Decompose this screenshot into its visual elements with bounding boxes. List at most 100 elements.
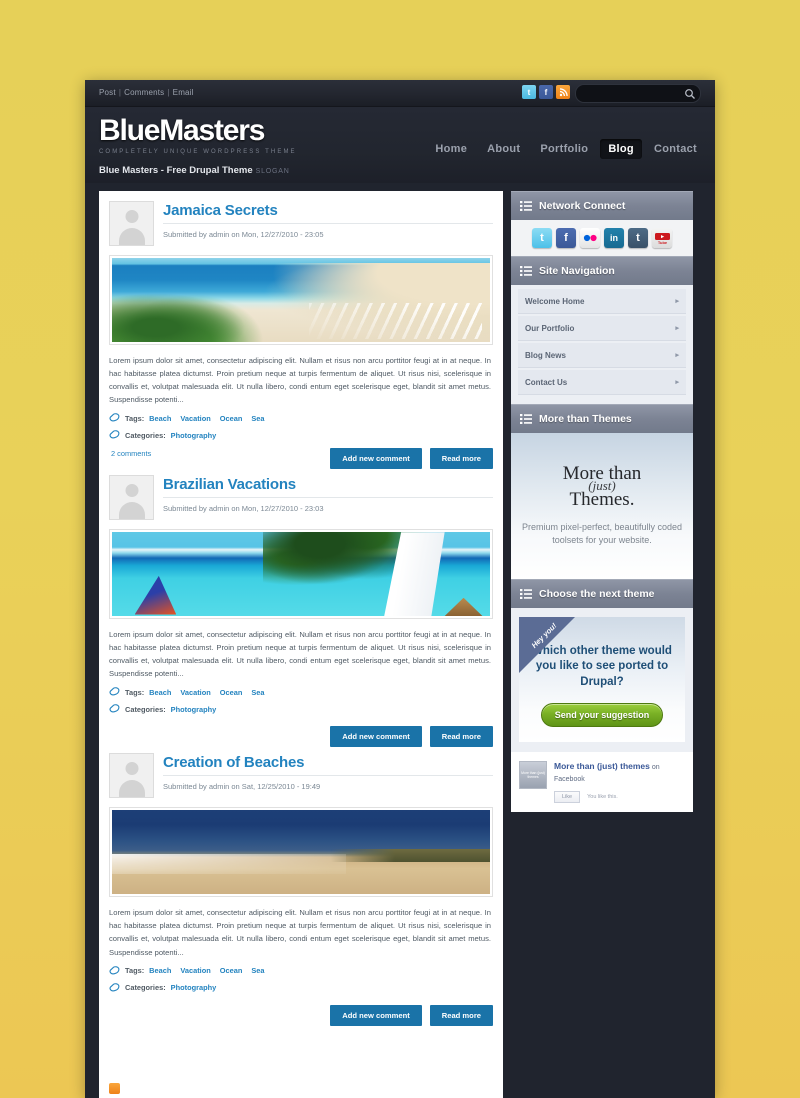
twitter-icon[interactable]: t	[522, 85, 536, 99]
nav-item-contact[interactable]: Contact	[646, 139, 705, 159]
tag-icon	[109, 687, 120, 697]
more-than-themes-promo[interactable]: More than (just) Themes. Premium pixel-p…	[511, 433, 693, 579]
post-submitted: Submitted by admin on Mon, 12/27/2010 - …	[163, 230, 324, 239]
facebook-page-title: More than (just) themes	[554, 761, 650, 771]
category-icon	[109, 982, 120, 993]
send-suggestion-button[interactable]: Send your suggestion	[540, 703, 664, 728]
site-name-slogan: Blue Masters - Free Drupal Theme SLOGAN	[99, 165, 290, 176]
search-button[interactable]	[684, 88, 696, 100]
category-link-photography[interactable]: Photography	[171, 431, 217, 440]
nav-item-home[interactable]: Home	[427, 139, 475, 159]
post-categories-row: Categories: Photography	[109, 430, 493, 440]
tags-label: Tags:	[125, 687, 145, 697]
post-title[interactable]: Jamaica Secrets	[163, 202, 493, 224]
post-image[interactable]	[109, 529, 493, 620]
read-more-button[interactable]: Read more	[429, 1004, 493, 1026]
post-categories-row: Categories: Photography	[109, 704, 493, 714]
site-header: BlueMasters COMPLETELY UNIQUE WORDPRESS …	[85, 107, 715, 183]
choose-theme-body: Hey you! Which other theme would you lik…	[511, 608, 693, 752]
tag-link-ocean[interactable]: Ocean	[220, 966, 243, 975]
widget-title: Site Navigation	[511, 256, 693, 285]
sidebar-item-contact-us[interactable]: Contact Us ▸	[518, 370, 686, 395]
add-new-comment-button[interactable]: Add new comment	[330, 448, 422, 470]
avatar	[109, 753, 154, 799]
sidebar-item-welcome-home[interactable]: Welcome Home ▸	[518, 289, 686, 314]
tag-link-ocean[interactable]: Ocean	[220, 688, 243, 697]
sidebar-item-blog-news[interactable]: Blog News ▸	[518, 343, 686, 368]
blog-post: Brazilian Vacations Submitted by admin o…	[109, 475, 493, 748]
twitter-icon[interactable]: t	[532, 228, 552, 248]
tag-link-sea[interactable]: Sea	[251, 414, 264, 423]
facebook-like-box: More than (just) themes More than (just)…	[511, 752, 693, 812]
tag-link-sea[interactable]: Sea	[251, 688, 264, 697]
widget-title: More than Themes	[511, 404, 693, 433]
tumblr-icon[interactable]: t	[628, 228, 648, 248]
post-actions: Add new comment Read more	[109, 1004, 493, 1026]
tag-link-vacation[interactable]: Vacation	[180, 414, 210, 423]
post-image[interactable]	[109, 255, 493, 345]
logo-part2: Masters	[159, 114, 265, 147]
post-header: Brazilian Vacations Submitted by admin o…	[109, 475, 493, 521]
categories-label: Categories:	[125, 983, 166, 993]
post-image[interactable]	[109, 807, 493, 898]
slogan-text: SLOGAN	[255, 168, 290, 175]
add-new-comment-button[interactable]: Add new comment	[330, 726, 422, 748]
tag-link-sea[interactable]: Sea	[251, 966, 264, 975]
facebook-icon[interactable]: f	[556, 228, 576, 248]
tag-link-vacation[interactable]: Vacation	[180, 688, 210, 697]
post-header: Creation of Beaches Submitted by admin o…	[109, 753, 493, 799]
facebook-page-thumbnail: More than (just) themes	[519, 761, 547, 789]
tag-link-beach[interactable]: Beach	[149, 414, 171, 423]
rss-feed-icon[interactable]	[109, 1083, 120, 1094]
tag-link-beach[interactable]: Beach	[149, 688, 171, 697]
mtt-tagline: Premium pixel-perfect, beautifully coded…	[521, 521, 683, 545]
post-title[interactable]: Creation of Beaches	[163, 754, 493, 777]
sidebar-item-label: Blog News	[525, 350, 566, 360]
avatar	[109, 475, 154, 521]
facebook-like-button[interactable]: Like	[554, 790, 581, 803]
search-input[interactable]	[576, 87, 676, 104]
category-icon	[109, 704, 120, 714]
nav-item-blog[interactable]: Blog	[600, 139, 642, 159]
nav-item-about[interactable]: About	[479, 139, 528, 159]
post-title[interactable]: Brazilian Vacations	[163, 476, 493, 499]
read-more-button[interactable]: Read more	[429, 726, 493, 748]
utility-sep-2: |	[167, 88, 170, 97]
list-icon	[520, 201, 532, 211]
category-icon	[109, 430, 120, 440]
social-icon-row: t f in t Tube	[511, 220, 693, 256]
widget-title-text: Site Navigation	[539, 265, 615, 277]
category-link-photography[interactable]: Photography	[171, 983, 217, 992]
add-new-comment-button[interactable]: Add new comment	[330, 1004, 422, 1026]
post-body: Lorem ipsum dolor sit amet, consectetur …	[109, 630, 491, 679]
tag-icon	[109, 413, 120, 423]
utility-link-email[interactable]: Email	[173, 88, 194, 97]
facebook-like-status: You like this.	[587, 793, 618, 800]
site-name: Blue Masters - Free Drupal Theme	[99, 165, 253, 176]
utility-link-comments[interactable]: Comments	[124, 88, 164, 97]
linkedin-icon[interactable]: in	[604, 228, 624, 248]
category-link-photography[interactable]: Photography	[171, 705, 217, 714]
flickr-icon[interactable]	[580, 228, 600, 248]
tag-link-vacation[interactable]: Vacation	[180, 966, 210, 975]
main-content: Jamaica Secrets Submitted by admin on Mo…	[99, 191, 503, 1098]
tag-icon	[109, 965, 120, 976]
facebook-icon[interactable]: f	[539, 85, 553, 99]
site-navigation-list: Welcome Home ▸ Our Portfolio ▸ Blog News ▸ …	[511, 285, 693, 404]
utility-link-post[interactable]: Post	[99, 88, 116, 97]
brand[interactable]: BlueMasters COMPLETELY UNIQUE WORDPRESS …	[99, 114, 297, 156]
post-header: Jamaica Secrets Submitted by admin on Mo…	[109, 201, 493, 246]
post-submitted: Submitted by admin on Sat, 12/25/2010 - …	[163, 782, 321, 792]
rss-icon[interactable]	[556, 85, 570, 99]
post-tags-row: Tags: Beach Vacation Ocean Sea	[109, 687, 493, 697]
categories-label: Categories:	[125, 704, 166, 714]
nav-item-portfolio[interactable]: Portfolio	[532, 139, 596, 159]
tag-link-ocean[interactable]: Ocean	[220, 414, 243, 423]
youtube-icon[interactable]: Tube	[652, 228, 672, 248]
widget-site-navigation: Site Navigation Welcome Home ▸ Our Portfo…	[511, 256, 693, 404]
read-more-button[interactable]: Read more	[429, 448, 493, 470]
tags-label: Tags:	[125, 413, 145, 423]
sidebar-item-our-portfolio[interactable]: Our Portfolio ▸	[518, 316, 686, 341]
tag-link-beach[interactable]: Beach	[149, 966, 171, 975]
widget-title: Network Connect	[511, 191, 693, 220]
